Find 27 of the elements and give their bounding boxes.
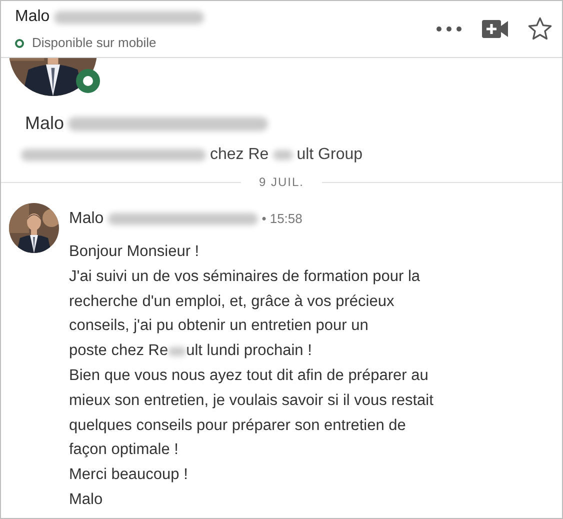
- message-time: • 15:58: [262, 210, 302, 228]
- message-line: ult lundi prochain !: [186, 341, 312, 362]
- message-line: poste chez Re: [69, 341, 168, 362]
- message-line: Bonjour Monsieur !: [69, 242, 200, 262]
- message-line: recherche d'un emploi, et, grâce à vos précieux: [69, 292, 396, 312]
- online-status-icon: [76, 69, 100, 93]
- date-divider: 9 JUIL.: [258, 174, 306, 191]
- blurred-text: [168, 347, 186, 356]
- blurred-text: [272, 150, 293, 160]
- more-icon: [436, 26, 462, 32]
- status-text: Disponible sur mobile: [32, 34, 156, 52]
- message-line: quelques conseils pour préparer son entretien de: [69, 416, 407, 436]
- status-ring-icon: [15, 38, 24, 48]
- profile-headline: chez Re: [210, 145, 269, 165]
- profile-name: Malo: [25, 112, 64, 135]
- video-camera-icon: [482, 20, 508, 38]
- message-line: Merci beaucoup !: [69, 465, 189, 486]
- sender-name: Malo: [69, 209, 104, 229]
- message-line: mieux son entretien, je voulais savoir si il vous restait: [69, 390, 434, 411]
- message-line: façon optimale !: [69, 440, 180, 460]
- message-line: Malo: [69, 490, 104, 510]
- message-line: Bien que vous nous ayez tout dit afin de préparer au: [69, 366, 430, 386]
- message-line: J'ai suivi un de vos séminaires de formation pour la: [69, 266, 422, 287]
- profile-headline: ult Group: [296, 145, 363, 165]
- contact-name: Malo: [15, 7, 50, 28]
- message-line: conseils, j'ai pu obtenir un entretien pour un: [69, 316, 370, 336]
- star-icon: [527, 16, 553, 42]
